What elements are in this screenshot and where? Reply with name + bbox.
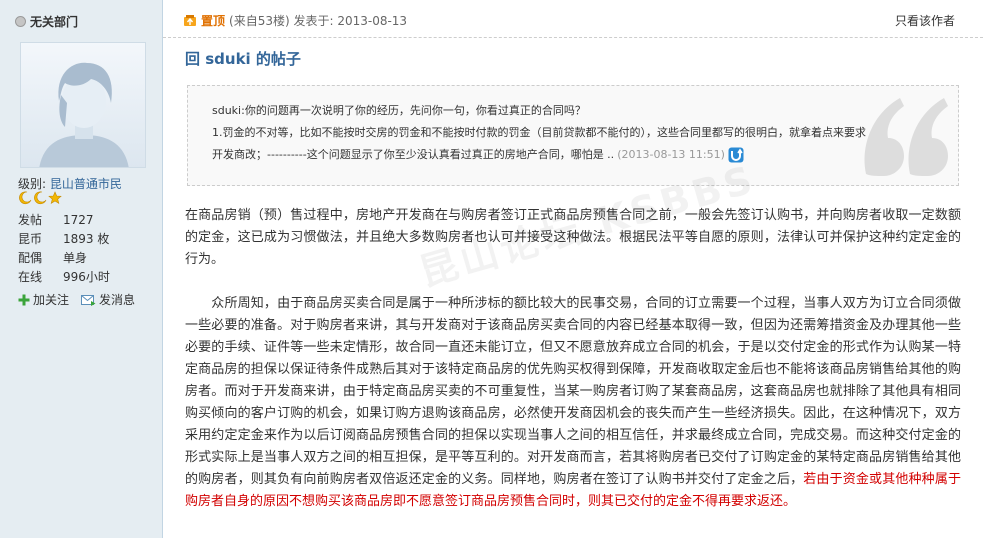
jump-to-post-icon[interactable]: [728, 147, 744, 163]
avatar[interactable]: [20, 42, 146, 168]
stat-key: 在线: [18, 270, 43, 284]
stat-key: 昆币: [18, 232, 43, 246]
stat-value: 1727: [63, 213, 94, 227]
quote-date: (2013-08-13 11:51): [617, 148, 725, 161]
offline-status-icon: [15, 16, 26, 27]
post-title: 回 sduki 的帖子: [185, 50, 301, 68]
moon-icon: [19, 191, 32, 205]
user-actions: 加关注 发消息: [18, 291, 135, 308]
message-button[interactable]: 发消息: [81, 291, 135, 308]
user-level: 级别: 昆山普通市民: [18, 175, 122, 192]
stat-key: 发帖: [18, 213, 43, 227]
star-icon: [48, 191, 62, 205]
username[interactable]: 无关部门: [30, 13, 78, 30]
follow-label: 加关注: [33, 293, 70, 307]
post-content: 置顶 (来自53楼) 发表于: 2013-08-13 只看该作者 回 sduki…: [163, 0, 983, 538]
sticky-label: 置顶: [201, 14, 226, 28]
quote-block: sduki:你的问题再一次说明了你的经历，先问你一句，你看过真正的合同吗？ 1.…: [187, 85, 959, 186]
post-meta: 置顶 (来自53楼) 发表于: 2013-08-13: [183, 12, 407, 29]
stat-row: 在线 996小时: [18, 268, 110, 287]
user-stats: 发帖 1727 昆币 1893 枚 配偶 单身 在线 996小时: [18, 211, 110, 287]
moon-icon: [34, 191, 47, 205]
plus-icon: [18, 294, 30, 305]
level-link[interactable]: 昆山普通市民: [50, 177, 122, 191]
follow-button[interactable]: 加关注: [18, 291, 69, 308]
post-meta-text: (来自53楼) 发表于: 2013-08-13: [229, 14, 408, 28]
quote-line: sduki:你的问题再一次说明了你的经历，先问你一句，你看过真正的合同吗？: [212, 104, 586, 117]
stat-row: 发帖 1727: [18, 211, 110, 230]
body-paragraph-text: 众所周知，由于商品房买卖合同是属于一种所涉标的额比较大的民事交易，合同的订立需要…: [185, 296, 961, 487]
body-paragraph: 在商品房销（预）售过程中，房地产开发商在与购房者签订正式商品房预售合同之前，一般…: [185, 208, 961, 267]
quote-text: sduki:你的问题再一次说明了你的经历，先问你一句，你看过真正的合同吗？ 1.…: [212, 100, 912, 166]
stat-row: 昆币 1893 枚: [18, 230, 110, 249]
stat-value: 996小时: [63, 270, 110, 284]
only-author-link[interactable]: 只看该作者: [895, 12, 955, 29]
level-label: 级别:: [18, 177, 47, 191]
avatar-silhouette-icon: [21, 43, 145, 167]
stat-value: 1893 枚: [63, 232, 110, 246]
envelope-icon: [81, 294, 96, 306]
quote-line: 开发商改；----------这个问题显示了你至少没认真看过真正的房地产合同，哪…: [212, 148, 615, 161]
username-row[interactable]: 无关部门: [15, 13, 78, 30]
post-body: 在商品房销（预）售过程中，房地产开发商在与购房者签订正式商品房预售合同之前，一般…: [185, 205, 961, 535]
quote-mark-icon: [864, 98, 948, 176]
stat-row: 配偶 单身: [18, 249, 110, 268]
quote-line: 1.罚金的不对等，比如不能按时交房的罚金和不能按时付款的罚金（目前贷款都不能付的…: [212, 126, 866, 139]
post-meta-bar: 置顶 (来自53楼) 发表于: 2013-08-13 只看该作者: [163, 0, 983, 38]
stat-key: 配偶: [18, 251, 43, 265]
body-paragraph: 众所周知，由于商品房买卖合同是属于一种所涉标的额比较大的民事交易，合同的订立需要…: [185, 293, 961, 513]
message-label: 发消息: [99, 293, 136, 307]
level-icons: [18, 191, 62, 205]
stat-value: 单身: [63, 251, 88, 265]
sticky-pin-icon: [184, 14, 196, 26]
quote-line-with-date: 开发商改；----------这个问题显示了你至少没认真看过真正的房地产合同，哪…: [212, 144, 912, 166]
user-sidebar: 无关部门 级别: 昆山普通市民 发帖 1727 昆币 1893 枚 配偶 单身 …: [0, 0, 163, 538]
